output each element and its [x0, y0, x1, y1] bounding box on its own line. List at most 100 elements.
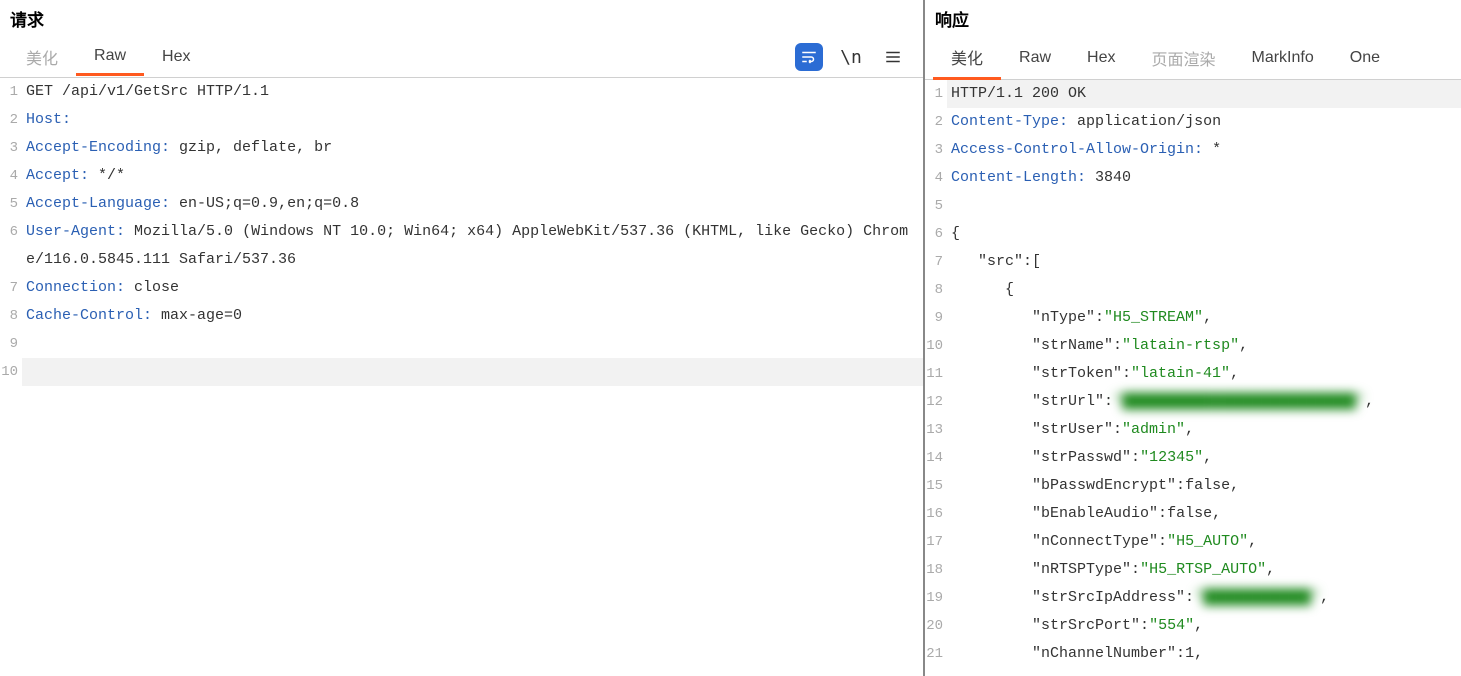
line-number: 19: [925, 584, 947, 612]
code-line: 8 {: [925, 276, 1461, 304]
line-content: Accept: */*: [22, 162, 923, 190]
line-content: "strUrl":"██████████████████████████",: [947, 388, 1461, 416]
code-line: 11 "strToken":"latain-41",: [925, 360, 1461, 388]
code-line: 10: [0, 358, 923, 386]
line-number: 1: [925, 80, 947, 108]
newline-icon[interactable]: \n: [837, 43, 865, 71]
code-line: 7 "src":[: [925, 248, 1461, 276]
line-number: 9: [0, 330, 22, 358]
line-content: "nType":"H5_STREAM",: [947, 304, 1461, 332]
code-line: 1HTTP/1.1 200 OK: [925, 80, 1461, 108]
line-number: 7: [925, 248, 947, 276]
request-tabbar: 美化 Raw Hex \n: [0, 37, 923, 78]
line-number: 4: [0, 162, 22, 190]
code-line: 5Accept-Language: en-US;q=0.9,en;q=0.8: [0, 190, 923, 218]
code-line: 7Connection: close: [0, 274, 923, 302]
line-content: [22, 358, 923, 386]
line-number: 4: [925, 164, 947, 192]
line-number: 5: [925, 192, 947, 220]
response-panel: 响应 美化 Raw Hex 页面渲染 MarkInfo One 1HTTP/1.…: [925, 0, 1461, 676]
wrap-toggle-icon[interactable]: [795, 43, 823, 71]
line-content: Host:: [22, 106, 923, 134]
code-line: 18 "nRTSPType":"H5_RTSP_AUTO",: [925, 556, 1461, 584]
line-number: 6: [0, 218, 22, 274]
code-line: 3Access-Control-Allow-Origin: *: [925, 136, 1461, 164]
code-line: 4Accept: */*: [0, 162, 923, 190]
response-tabbar: 美化 Raw Hex 页面渲染 MarkInfo One: [925, 37, 1461, 80]
line-content: Access-Control-Allow-Origin: *: [947, 136, 1461, 164]
tab-raw[interactable]: Raw: [76, 39, 144, 76]
tab-hex[interactable]: Hex: [1069, 41, 1133, 75]
line-content: {: [947, 276, 1461, 304]
code-line: 2Host:: [0, 106, 923, 134]
code-line: 14 "strPasswd":"12345",: [925, 444, 1461, 472]
line-content: Connection: close: [22, 274, 923, 302]
line-content: Accept-Encoding: gzip, deflate, br: [22, 134, 923, 162]
line-content: "src":[: [947, 248, 1461, 276]
line-content: "strName":"latain-rtsp",: [947, 332, 1461, 360]
line-number: 3: [0, 134, 22, 162]
code-line: 6{: [925, 220, 1461, 248]
line-number: 14: [925, 444, 947, 472]
code-line: 5: [925, 192, 1461, 220]
line-content: "strPasswd":"12345",: [947, 444, 1461, 472]
line-number: 13: [925, 416, 947, 444]
line-number: 11: [925, 360, 947, 388]
line-content: "nConnectType":"H5_AUTO",: [947, 528, 1461, 556]
code-line: 10 "strName":"latain-rtsp",: [925, 332, 1461, 360]
tab-raw[interactable]: Raw: [1001, 41, 1069, 75]
code-line: 19 "strSrcIpAddress":"████████████",: [925, 584, 1461, 612]
line-content: {: [947, 220, 1461, 248]
line-content: "strSrcIpAddress":"████████████",: [947, 584, 1461, 612]
line-number: 8: [0, 302, 22, 330]
line-content: Content-Length: 3840: [947, 164, 1461, 192]
line-content: Cache-Control: max-age=0: [22, 302, 923, 330]
line-number: 8: [925, 276, 947, 304]
tab-hex[interactable]: Hex: [144, 40, 208, 74]
line-content: "strSrcPort":"554",: [947, 612, 1461, 640]
line-number: 10: [0, 358, 22, 386]
line-content: Content-Type: application/json: [947, 108, 1461, 136]
response-code[interactable]: 1HTTP/1.1 200 OK2Content-Type: applicati…: [925, 80, 1461, 676]
code-line: 1GET /api/v1/GetSrc HTTP/1.1: [0, 78, 923, 106]
line-number: 20: [925, 612, 947, 640]
line-number: 16: [925, 500, 947, 528]
line-number: 18: [925, 556, 947, 584]
line-content: User-Agent: Mozilla/5.0 (Windows NT 10.0…: [22, 218, 923, 274]
line-number: 10: [925, 332, 947, 360]
line-number: 17: [925, 528, 947, 556]
line-content: "strToken":"latain-41",: [947, 360, 1461, 388]
line-content: HTTP/1.1 200 OK: [947, 80, 1461, 108]
line-content: [22, 330, 923, 358]
code-line: 9: [0, 330, 923, 358]
line-content: Accept-Language: en-US;q=0.9,en;q=0.8: [22, 190, 923, 218]
line-number: 7: [0, 274, 22, 302]
line-content: GET /api/v1/GetSrc HTTP/1.1: [22, 78, 923, 106]
code-line: 15 "bPasswdEncrypt":false,: [925, 472, 1461, 500]
request-title: 请求: [0, 0, 923, 37]
line-content: "nChannelNumber":1,: [947, 640, 1461, 668]
code-line: 6User-Agent: Mozilla/5.0 (Windows NT 10.…: [0, 218, 923, 274]
code-line: 2Content-Type: application/json: [925, 108, 1461, 136]
line-content: "bEnableAudio":false,: [947, 500, 1461, 528]
response-title: 响应: [925, 0, 1461, 37]
code-line: 17 "nConnectType":"H5_AUTO",: [925, 528, 1461, 556]
tab-beautify[interactable]: 美化: [8, 37, 76, 77]
code-line: 16 "bEnableAudio":false,: [925, 500, 1461, 528]
menu-icon[interactable]: [879, 43, 907, 71]
tab-page-render[interactable]: 页面渲染: [1133, 38, 1233, 78]
code-line: 12 "strUrl":"██████████████████████████"…: [925, 388, 1461, 416]
line-content: "strUser":"admin",: [947, 416, 1461, 444]
line-number: 12: [925, 388, 947, 416]
request-code[interactable]: 1GET /api/v1/GetSrc HTTP/1.12Host: 3Acce…: [0, 78, 923, 676]
code-line: 20 "strSrcPort":"554",: [925, 612, 1461, 640]
code-line: 13 "strUser":"admin",: [925, 416, 1461, 444]
line-number: 6: [925, 220, 947, 248]
tab-markinfo[interactable]: MarkInfo: [1234, 41, 1332, 75]
tab-beautify[interactable]: 美化: [933, 37, 1001, 80]
line-number: 9: [925, 304, 947, 332]
tab-one[interactable]: One: [1332, 41, 1398, 75]
line-content: [947, 192, 1461, 220]
line-content: "bPasswdEncrypt":false,: [947, 472, 1461, 500]
request-panel: 请求 美化 Raw Hex \n 1GET /api/v1/GetSrc HTT…: [0, 0, 925, 676]
